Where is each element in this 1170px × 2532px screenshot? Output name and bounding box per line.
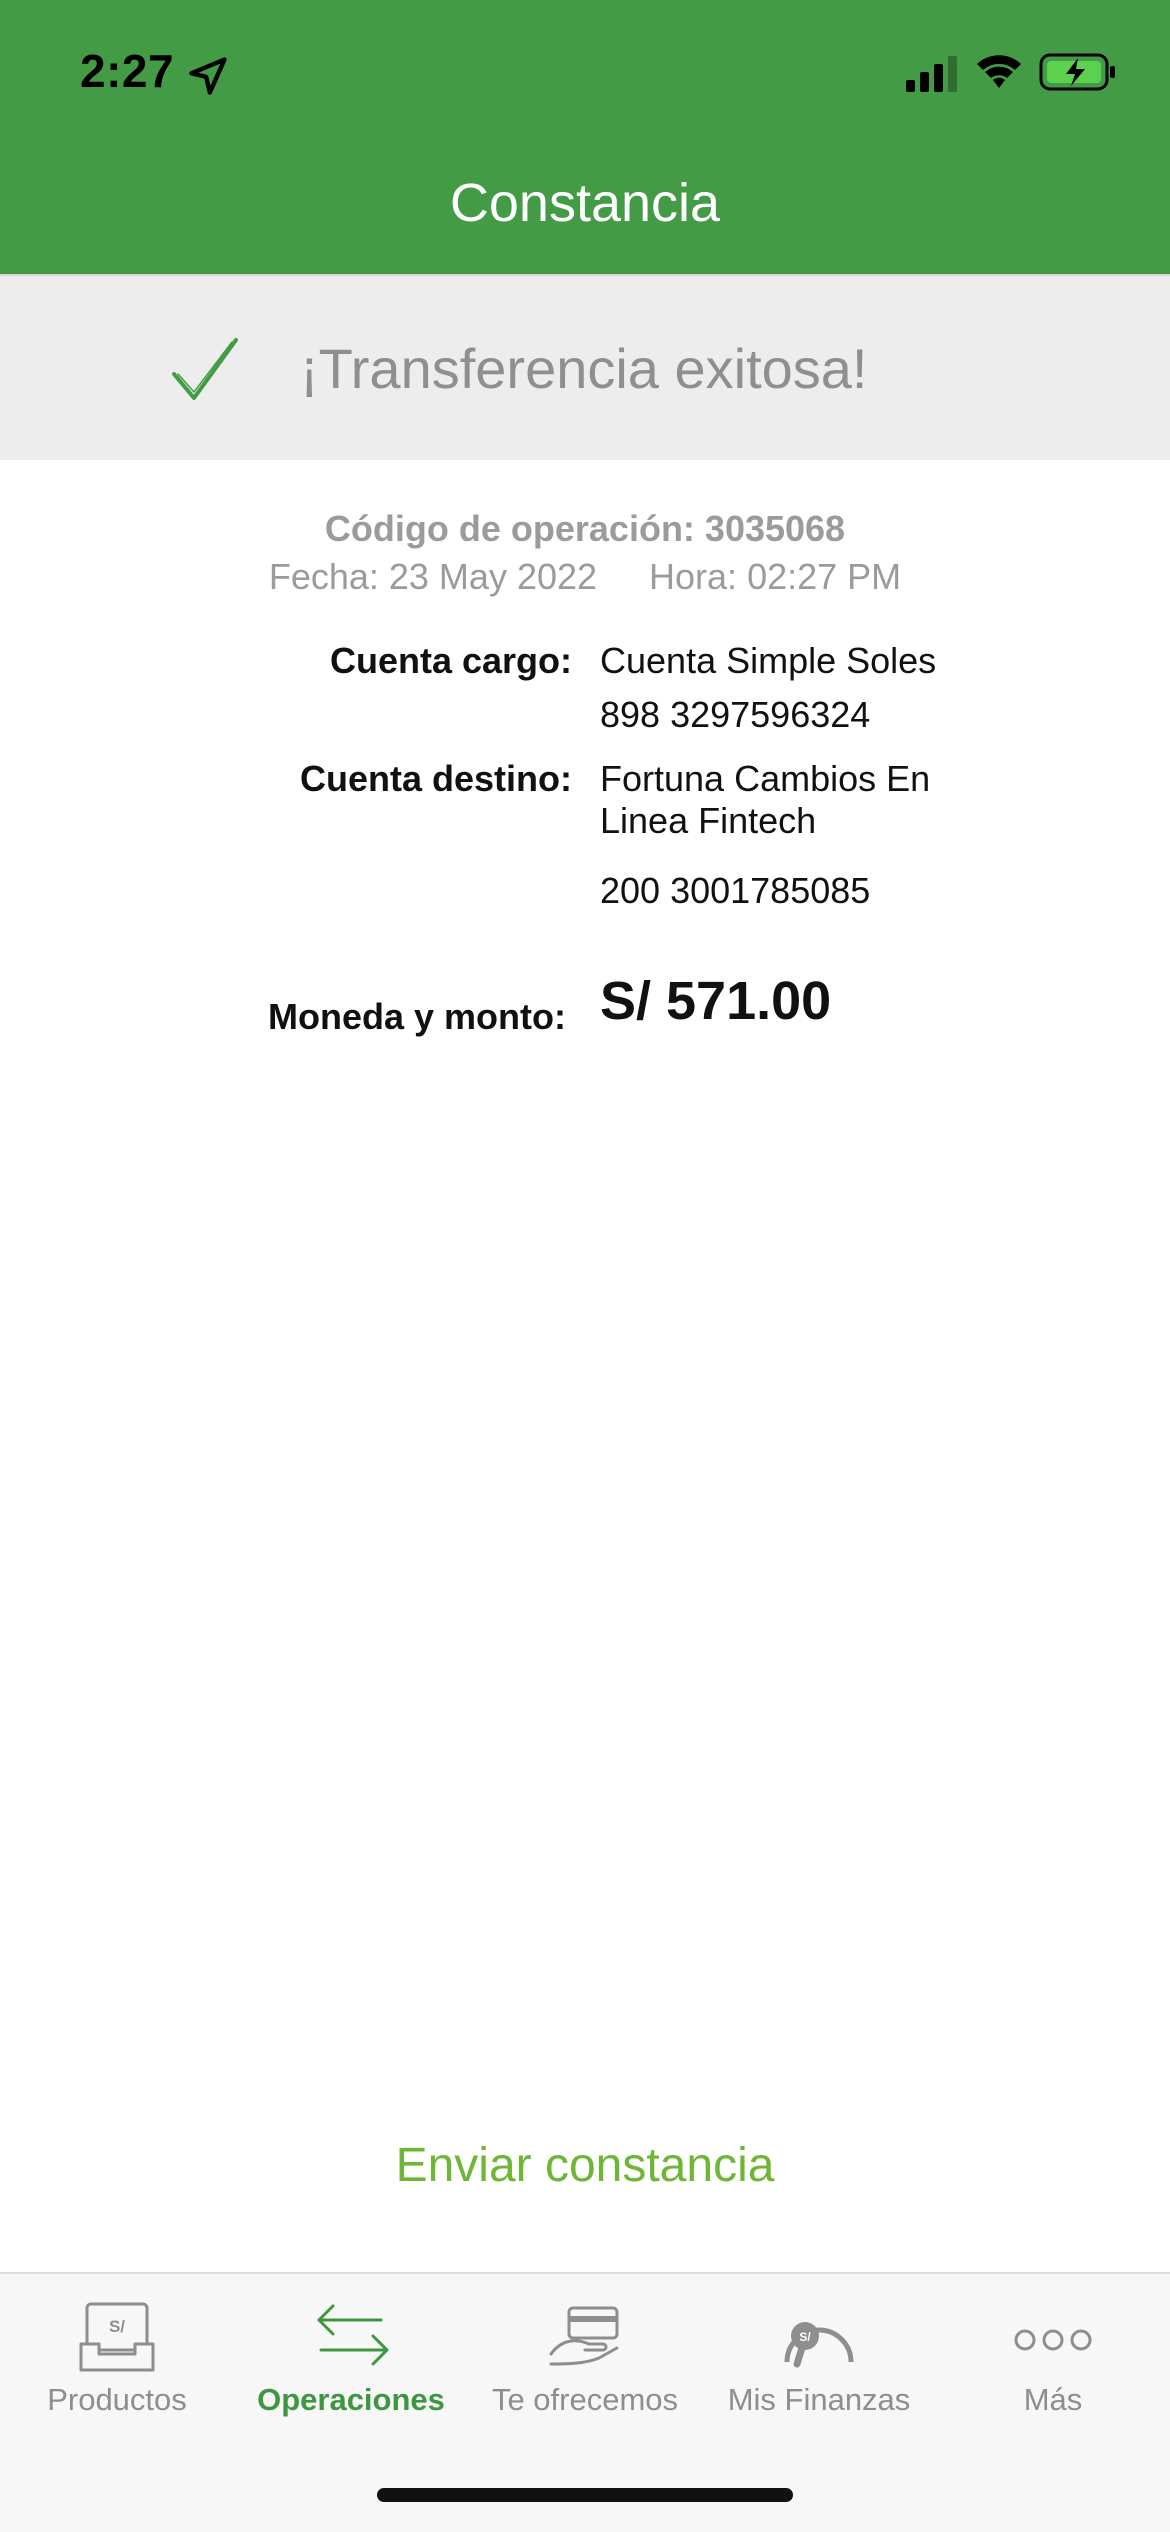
cargo-label: Cuenta cargo:: [329, 640, 572, 681]
app-header: 2:27 Constancia: [0, 0, 1170, 274]
battery-charging-icon: [1039, 53, 1115, 91]
tab-label: Mis Finanzas: [727, 2382, 911, 2417]
svg-text:S/: S/: [799, 2330, 811, 2344]
transfer-arrows-icon: [317, 2304, 389, 2366]
tab-te-ofrecemos[interactable]: Te ofrecemos: [468, 2274, 702, 2474]
cellular-signal-icon: [906, 56, 957, 92]
svg-text:S/: S/: [109, 2317, 125, 2336]
tab-bar: S/ Productos Operaciones Te ofrecemos S/…: [0, 2272, 1170, 2532]
destino-label: Cuenta destino:: [299, 758, 572, 799]
tab-label: Operaciones: [257, 2382, 445, 2417]
operation-code: Código de operación: 3035068: [324, 508, 846, 549]
page-title: Constancia: [449, 173, 721, 233]
operation-date: Fecha: 23 May 2022: [268, 556, 598, 597]
home-indicator: [377, 2488, 793, 2502]
success-message: ¡Transferencia exitosa!: [300, 337, 868, 400]
tab-label: Más: [1023, 2382, 1083, 2417]
location-arrow-icon: [189, 57, 227, 95]
amount-label: Moneda y monto:: [268, 996, 566, 1037]
success-banner: ¡Transferencia exitosa!: [0, 274, 1170, 460]
destino-account-name-line2: Linea Fintech: [600, 800, 817, 841]
tab-mas[interactable]: Más: [936, 2274, 1170, 2474]
card-hand-icon: [549, 2306, 619, 2366]
tab-mis-finanzas[interactable]: S/ Mis Finanzas: [702, 2274, 936, 2474]
cargo-account-number: 898 3297596324: [600, 694, 871, 735]
cargo-account-name: Cuenta Simple Soles: [600, 640, 937, 681]
amount-value: S/ 571.00: [600, 971, 832, 1031]
operation-time: Hora: 02:27 PM: [649, 556, 902, 597]
tab-operaciones[interactable]: Operaciones: [234, 2274, 468, 2474]
tab-label: Te ofrecemos: [491, 2382, 679, 2417]
tab-productos[interactable]: S/ Productos: [0, 2274, 234, 2474]
products-icon: S/: [79, 2302, 155, 2372]
checkmark-icon: [172, 338, 238, 400]
operation-datetime: Fecha: 23 May 2022 Hora: 02:27 PM: [0, 556, 1170, 598]
status-time: 2:27: [80, 45, 175, 97]
wifi-icon: [977, 55, 1021, 88]
destino-account-number: 200 3001785085: [600, 870, 871, 911]
destino-account-name-line1: Fortuna Cambios En: [600, 758, 931, 799]
more-dots-icon: [1014, 2329, 1092, 2351]
gauge-icon: S/: [784, 2322, 854, 2368]
tab-label: Productos: [47, 2382, 187, 2417]
send-receipt-button[interactable]: Enviar constancia: [0, 2138, 1170, 2193]
